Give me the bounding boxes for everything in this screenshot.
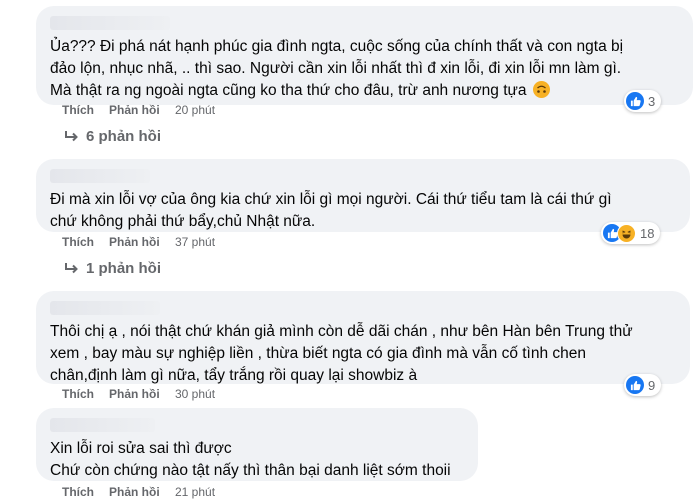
comment-timestamp[interactable]: 20 phút: [175, 103, 215, 117]
comment-text-line: xem , bay màu sự nghiệp liền , thừa biết…: [50, 345, 587, 362]
comment-text-line: Xin lỗi roi sửa sai thì được: [50, 440, 232, 457]
author-name-redacted: [50, 301, 160, 315]
comment-text-line: Chứ còn chứng nào tật nấy thì thân bại d…: [50, 462, 451, 479]
like-button[interactable]: Thích: [62, 485, 109, 499]
reply-arrow-icon: [65, 130, 78, 141]
reaction-count: 9: [648, 377, 656, 393]
comment-timestamp[interactable]: 37 phút: [175, 235, 215, 249]
author-name-redacted: [50, 169, 150, 183]
author-name-redacted: [50, 418, 155, 432]
like-button[interactable]: Thích: [62, 387, 109, 401]
like-button[interactable]: Thích: [62, 235, 109, 249]
comment-text-line: chứ không phải thứ bẩy,chủ Nhật nữa.: [50, 213, 316, 230]
comment-timestamp[interactable]: 21 phút: [175, 485, 215, 499]
comment-text-line: đảo lộn, nhục nhã, .. thì sao. Người cần…: [50, 60, 622, 77]
comment-actions: Thích Phản hồi 30 phút: [62, 386, 215, 402]
comment-text-line: Ủa??? Đi phá nát hạnh phúc gia đình ngta…: [50, 38, 624, 55]
reaction-count: 3: [648, 93, 656, 109]
reaction-count: 18: [640, 225, 655, 241]
comment-text-line: chân,định làm gì nữa, tẩy trắng rồi quay…: [50, 367, 418, 384]
reply-button[interactable]: Phản hồi: [109, 485, 175, 499]
comment-actions: Thích Phản hồi 21 phút: [62, 484, 215, 500]
replies-count-label: 1 phản hồi: [86, 260, 161, 277]
replies-count-label: 6 phản hồi: [86, 128, 161, 145]
comment-text-line: Đi mà xin lỗi vợ của ông kia chứ xin lỗi…: [50, 191, 612, 208]
comment-text-line: Mà thật ra ng ngoài ngta cũng ko tha thứ…: [50, 82, 527, 99]
view-replies-button[interactable]: 1 phản hồi: [64, 260, 161, 277]
reaction-summary[interactable]: 18: [601, 222, 661, 244]
comment-bubble: Thôi chị ạ , nói thật chứ khán giả mình …: [36, 291, 690, 384]
comment-bubble: Đi mà xin lỗi vợ của ông kia chứ xin lỗi…: [36, 159, 690, 232]
like-button[interactable]: Thích: [62, 103, 109, 117]
view-replies-button[interactable]: 6 phản hồi: [64, 128, 161, 145]
reaction-summary[interactable]: 3: [624, 90, 662, 112]
comment-actions: Thích Phản hồi 37 phút: [62, 234, 215, 250]
comment-bubble: Ủa??? Đi phá nát hạnh phúc gia đình ngta…: [36, 6, 693, 105]
reply-button[interactable]: Phản hồi: [109, 387, 175, 401]
reply-button[interactable]: Phản hồi: [109, 235, 175, 249]
comment-actions: Thích Phản hồi 20 phút: [62, 102, 215, 118]
like-icon: [626, 376, 644, 394]
author-name-redacted: [50, 16, 170, 30]
haha-icon: [617, 223, 636, 243]
upside-down-face-emoji: [532, 81, 550, 98]
comment-timestamp[interactable]: 30 phút: [175, 387, 215, 401]
comment-bubble: Xin lỗi roi sửa sai thì được Chứ còn chứ…: [36, 408, 478, 481]
reaction-summary[interactable]: 9: [624, 374, 662, 396]
reply-button[interactable]: Phản hồi: [109, 103, 175, 117]
like-icon: [626, 92, 644, 110]
reply-arrow-icon: [65, 262, 78, 273]
comment-text-line: Thôi chị ạ , nói thật chứ khán giả mình …: [50, 323, 633, 340]
